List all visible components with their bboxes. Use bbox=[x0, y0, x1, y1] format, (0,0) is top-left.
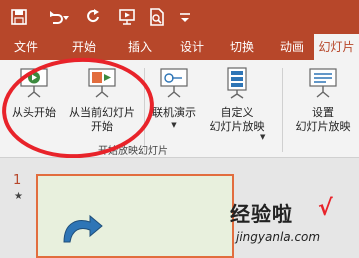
tab-design[interactable]: 设计 bbox=[174, 34, 210, 60]
custom-show-label-1: 自定义 bbox=[220, 106, 254, 119]
slide-transition-star-icon: ★ bbox=[14, 191, 23, 202]
save-icon[interactable] bbox=[6, 4, 32, 30]
custom-show-icon bbox=[220, 66, 254, 100]
watermark-check: √ bbox=[318, 196, 333, 221]
customize-icon[interactable] bbox=[172, 4, 198, 30]
from-current-slide-label-2: 开始 bbox=[91, 120, 113, 133]
custom-slide-show-button[interactable]: 自定义 幻灯片放映 ▼ bbox=[202, 66, 272, 141]
tab-animations[interactable]: 动画 bbox=[274, 34, 310, 60]
ribbon-panel: 从头开始 从当前幻灯片 开始 联机演示 ▼ 自定义 幻灯片放映 ▼ 设置 幻灯片… bbox=[0, 60, 359, 158]
ribbon-tabs: 文件 开始 插入 设计 切换 动画 幻灯片 bbox=[0, 34, 359, 60]
divider bbox=[144, 68, 145, 152]
curved-arrow-shape bbox=[63, 214, 103, 243]
group-label-start-slideshow: 开始放映幻灯片 bbox=[98, 146, 168, 157]
undo-dropdown-icon[interactable] bbox=[60, 4, 72, 30]
watermark-url: jingyanla.com bbox=[236, 230, 321, 244]
slide-number: 1 bbox=[13, 173, 22, 188]
tab-slideshow[interactable]: 幻灯片 bbox=[314, 34, 359, 60]
setup-show-icon bbox=[306, 66, 340, 100]
chevron-down-icon[interactable]: ▼ bbox=[171, 120, 176, 130]
watermark-text: 经验啦 bbox=[230, 202, 293, 226]
tab-insert[interactable]: 插入 bbox=[122, 34, 158, 60]
quick-access-toolbar bbox=[0, 0, 359, 34]
from-beginning-icon[interactable] bbox=[114, 4, 140, 30]
online-present-button[interactable]: 联机演示 ▼ bbox=[148, 66, 200, 130]
setup-slide-show-button[interactable]: 设置 幻灯片放映 bbox=[288, 66, 358, 134]
redo-icon[interactable] bbox=[80, 4, 106, 30]
from-current-slide-button[interactable]: 从当前幻灯片 开始 bbox=[64, 66, 140, 134]
online-present-icon bbox=[157, 66, 191, 100]
setup-show-label-2: 幻灯片放映 bbox=[295, 120, 351, 133]
from-beginning-button[interactable]: 从头开始 bbox=[6, 66, 62, 120]
from-current-slide-label-1: 从当前幻灯片 bbox=[69, 106, 135, 119]
tab-home[interactable]: 开始 bbox=[64, 34, 104, 60]
projector-play-icon bbox=[17, 66, 51, 100]
from-beginning-label: 从头开始 bbox=[12, 106, 56, 119]
divider bbox=[282, 68, 283, 152]
print-preview-icon[interactable] bbox=[144, 4, 170, 30]
online-present-label: 联机演示 bbox=[152, 106, 196, 119]
setup-show-label-1: 设置 bbox=[312, 106, 334, 119]
tab-file[interactable]: 文件 bbox=[8, 34, 44, 60]
tab-transitions[interactable]: 切换 bbox=[224, 34, 260, 60]
custom-show-label-2: 幻灯片放映 bbox=[209, 120, 265, 133]
chevron-down-icon[interactable]: ▼ bbox=[260, 132, 265, 142]
projector-current-icon bbox=[85, 66, 119, 100]
